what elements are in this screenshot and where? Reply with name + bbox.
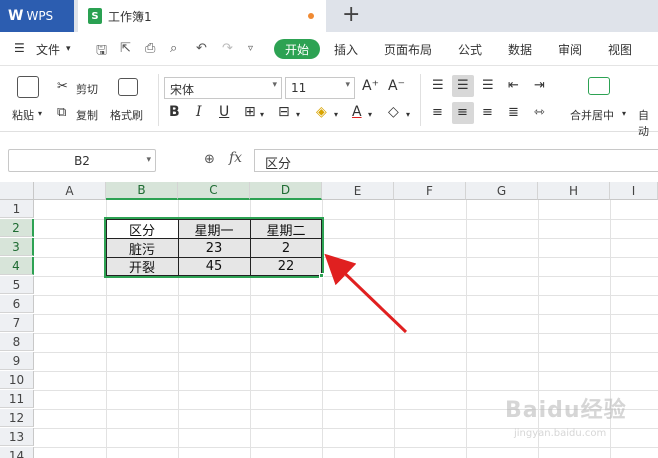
watermark-brand: Baidu经验 [505, 398, 627, 423]
annotation-arrow [324, 253, 408, 334]
watermark-url: jingyan.baidu.com [514, 428, 607, 439]
